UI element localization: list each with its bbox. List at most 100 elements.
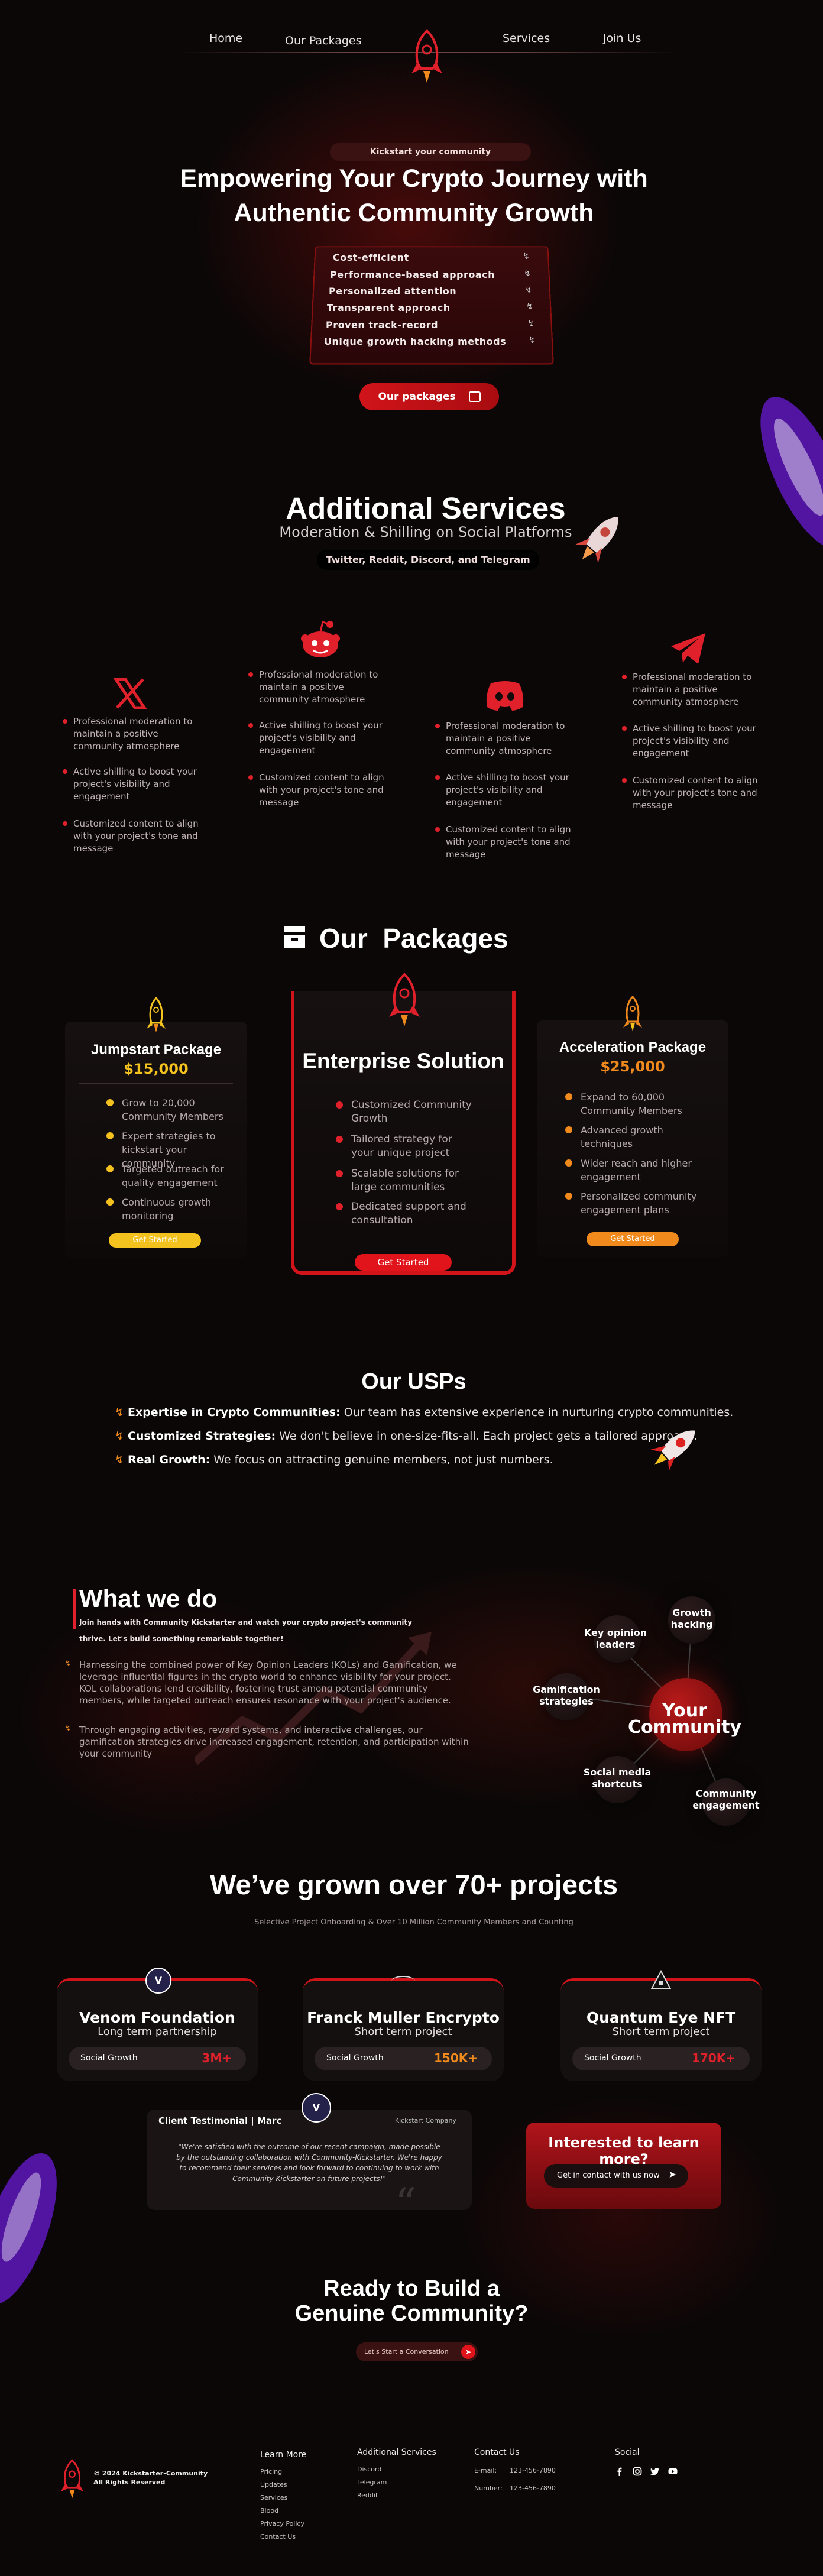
- bolt-icon: ↯: [65, 1724, 72, 1732]
- footer-link[interactable]: Services: [260, 2494, 287, 2502]
- instagram-icon[interactable]: [633, 2467, 642, 2476]
- footer-link[interactable]: Updates: [260, 2481, 287, 2488]
- footer-link[interactable]: Discord: [357, 2465, 381, 2473]
- node-label: Key opinion leaders: [584, 1627, 647, 1650]
- package-feature: Continuous growth monitoring: [106, 1195, 240, 1223]
- package-feature: Personalized community engagement plans: [565, 1190, 711, 1217]
- package-box-icon: [468, 391, 481, 402]
- venom-logo-icon: V: [302, 2093, 331, 2123]
- package-name: Acceleration Package: [559, 1039, 707, 1055]
- usp-text: We don't believe in one-size-fits-all. E…: [276, 1430, 698, 1443]
- bolt-icon: ↯: [529, 336, 536, 345]
- email-value[interactable]: 123-456-7890: [510, 2467, 556, 2474]
- contact-us-button[interactable]: Get in contact with us now ➤: [544, 2164, 688, 2188]
- bolt-icon: ↯: [525, 286, 532, 295]
- whatwedo-title: What we do: [79, 1585, 218, 1612]
- ready-title: Ready to Build a Genuine Community?: [205, 2276, 618, 2326]
- service-item: Professional moderation to maintain a po…: [622, 671, 763, 708]
- service-item-text: Professional moderation to maintain a po…: [633, 672, 752, 707]
- nav-home-link[interactable]: Home: [209, 32, 242, 45]
- service-item-text: Active shilling to boost your project's …: [259, 720, 383, 756]
- service-item-text: Customized content to align with your pr…: [73, 818, 199, 854]
- service-item: Professional moderation to maintain a po…: [248, 669, 389, 706]
- package-feature: Wider reach and higher engagement: [565, 1156, 711, 1184]
- package-price: $15,000: [124, 1061, 189, 1077]
- rocket-orange-icon: [623, 996, 642, 1031]
- usp-bold: Real Growth:: [127, 1453, 210, 1466]
- bullet-dot: [63, 769, 67, 774]
- package-feature-text: Wider reach and higher engagement: [581, 1158, 692, 1182]
- bullet-dot: [565, 1126, 572, 1133]
- telegram-icon: [671, 633, 705, 664]
- rocket-illustration-icon: [650, 1430, 695, 1472]
- service-item: Professional moderation to maintain a po…: [435, 720, 576, 757]
- package-name: Jumpstart Package: [90, 1042, 222, 1058]
- get-started-button[interactable]: Get Started: [355, 1254, 452, 1271]
- packages-title: Our Packages: [319, 923, 508, 954]
- service-item-text: Customized content to align with your pr…: [446, 824, 571, 860]
- bullet-dot: [106, 1198, 114, 1206]
- nav-packages-link[interactable]: Our Packages: [285, 34, 362, 47]
- hero-title-line2: Authentic Community Growth: [234, 199, 594, 227]
- start-conversation-button[interactable]: Let's Start a Conversation ➤: [356, 2342, 478, 2361]
- footer-contact-title: Contact Us: [474, 2448, 520, 2457]
- growth-bar: Social Growth 170K+: [572, 2047, 750, 2070]
- get-started-button[interactable]: Get Started: [587, 1232, 679, 1246]
- package-price: $25,000: [600, 1058, 665, 1075]
- usp-bold: Customized Strategies:: [127, 1430, 276, 1443]
- package-feature: Dedicated support and consultation: [336, 1200, 475, 1227]
- facebook-icon[interactable]: [615, 2467, 624, 2476]
- footer-link[interactable]: Privacy Policy: [260, 2520, 304, 2528]
- project-card: Quantum Eye NFT Short term project Socia…: [560, 1970, 762, 2081]
- bullet-dot: [622, 726, 627, 731]
- nav-join-link[interactable]: Join Us: [603, 32, 641, 45]
- start-conversation-label: Let's Start a Conversation: [364, 2348, 449, 2355]
- node-label: Growth hacking: [670, 1607, 713, 1630]
- bullet-dot: [63, 821, 67, 826]
- bullet-dot: [565, 1093, 572, 1100]
- footer-social-title: Social: [615, 2448, 640, 2457]
- package-feature-text: Grow to 20,000 Community Members: [122, 1097, 223, 1122]
- rocket-logo-icon[interactable]: [409, 28, 445, 88]
- get-started-button[interactable]: Get Started: [109, 1233, 201, 1248]
- number-value[interactable]: 123-456-7890: [510, 2484, 556, 2492]
- footer-link[interactable]: Blood: [260, 2507, 278, 2515]
- bullet-dot: [248, 723, 253, 728]
- footer-link[interactable]: Contact Us: [260, 2533, 296, 2541]
- rocket-logo-icon[interactable]: [59, 2458, 85, 2502]
- package-feature-text: Personalized community engagement plans: [581, 1191, 697, 1216]
- x-twitter-icon: [113, 678, 147, 709]
- bolt-icon: ↯: [524, 269, 531, 278]
- testimonial-quote: "We're satisfied with the outcome of our…: [176, 2143, 442, 2183]
- bullet-dot: [106, 1165, 114, 1172]
- feature-item: Performance-based approach: [330, 269, 495, 280]
- bullet-dot: [565, 1193, 572, 1200]
- whatwedo-intro-line1: Join hands with Community Kickstarter an…: [79, 1618, 413, 1626]
- service-item: Customized content to align with your pr…: [63, 818, 203, 855]
- footer-link[interactable]: Telegram: [357, 2478, 387, 2486]
- bolt-icon: ↯: [523, 252, 530, 261]
- package-feature: Tailored strategy for your unique projec…: [336, 1133, 475, 1160]
- hero-badge: Kickstart your community: [330, 143, 531, 161]
- service-item-text: Active shilling to boost your project's …: [633, 723, 756, 759]
- youtube-icon[interactable]: [668, 2467, 678, 2476]
- footer-link[interactable]: Pricing: [260, 2468, 282, 2475]
- bullet-dot: [622, 778, 627, 783]
- twitter-icon[interactable]: [650, 2467, 660, 2476]
- package-feature-text: Expand to 60,000 Community Members: [581, 1091, 682, 1116]
- platforms-pill: Twitter, Reddit, Discord, and Telegram: [317, 550, 539, 570]
- nav-services-link[interactable]: Services: [503, 32, 550, 45]
- purple-rocket-icon: [0, 2153, 57, 2305]
- our-packages-button[interactable]: Our packages: [359, 383, 499, 410]
- jumpstart-package-card: Jumpstart Package $15,000 Grow to 20,000…: [65, 997, 247, 1258]
- testimonial-title: Client Testimonial | Marc: [158, 2115, 282, 2126]
- accent-bar: [73, 1589, 76, 1629]
- discord-icon: [486, 681, 524, 711]
- package-feature: Expand to 60,000 Community Members: [565, 1090, 711, 1117]
- growth-label: Social Growth: [80, 2053, 138, 2063]
- service-item: Active shilling to boost your project's …: [63, 766, 203, 803]
- footer-link[interactable]: Reddit: [357, 2491, 378, 2499]
- usp-item: ↯ Real Growth: We focus on attracting ge…: [115, 1453, 553, 1466]
- service-item-text: Customized content to align with your pr…: [633, 775, 758, 811]
- usp-text: Our team has extensive experience in nur…: [340, 1406, 734, 1419]
